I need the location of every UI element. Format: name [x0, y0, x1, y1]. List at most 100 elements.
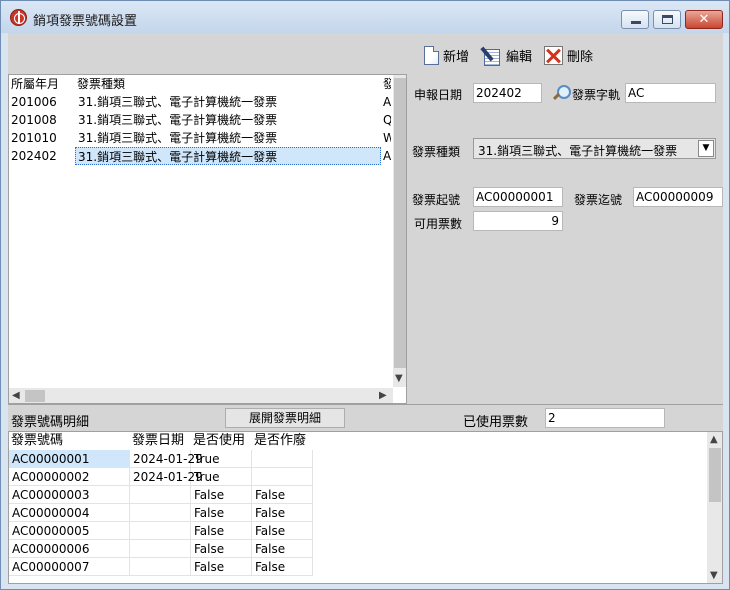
edit-button[interactable]: 編輯 [482, 44, 532, 66]
cell-track: A [383, 149, 391, 163]
table-row[interactable]: AC00000005 False False [9, 522, 313, 540]
column-header-date[interactable]: 發票日期 [130, 432, 191, 450]
cell-type: 31.銷項三聯式、電子計算機統一發票 [78, 131, 278, 145]
cell-track: W [381, 129, 391, 147]
invoice-setting-form: 申報日期 202402 發票字軌 AC 發票種類 31.銷項三聯式、電子計算機統… [407, 74, 723, 404]
cell-track: A [383, 95, 391, 109]
cell-number: AC00000003 [9, 486, 130, 504]
column-header-type[interactable]: 發票種類 [75, 75, 381, 93]
report-date-label: 申報日期 [414, 88, 463, 102]
cell-used: False [191, 558, 252, 576]
cell-used: False [191, 522, 252, 540]
grid-header: 發票號碼 發票日期 是否使用 是否作廢 [9, 432, 313, 450]
chevron-up-icon[interactable]: ▲ [710, 434, 718, 445]
report-date-input[interactable]: 202402 [473, 83, 542, 103]
search-icon[interactable] [552, 84, 571, 102]
table-row[interactable]: 201008 31.銷項三聯式、電子計算機統一發票 Q [9, 111, 391, 129]
app-window: 銷項發票號碼設置 ✕ 新增 編輯 刪除 所屬年月 發票種類 發 [0, 0, 730, 590]
detail-section-title: 發票號碼明細 [11, 415, 90, 430]
chevron-left-icon[interactable]: ◀ [12, 390, 20, 401]
toolbar: 新增 編輯 刪除 [8, 33, 723, 74]
vertical-scrollbar[interactable]: ▲ ▼ [707, 432, 722, 583]
chevron-down-icon[interactable]: ▼ [395, 373, 403, 384]
delete-icon [544, 45, 563, 65]
column-header-used[interactable]: 是否使用 [191, 432, 252, 450]
cell-period: 201006 [11, 95, 57, 109]
end-no-label: 發票迄號 [574, 193, 623, 207]
column-header-void[interactable]: 是否作廢 [252, 432, 313, 450]
cell-period: 201010 [11, 131, 57, 145]
vertical-scrollbar[interactable]: ▼ [393, 75, 406, 387]
track-input[interactable]: AC [625, 83, 716, 103]
table-row[interactable]: AC00000006 False False [9, 540, 313, 558]
track-label: 發票字軌 [572, 88, 621, 102]
invoice-setting-grid[interactable]: 所屬年月 發票種類 發 201006 31.銷項三聯式、電子計算機統一發票 A … [8, 74, 407, 404]
delete-button[interactable]: 刪除 [544, 44, 593, 66]
column-header-period[interactable]: 所屬年月 [9, 75, 75, 93]
table-row[interactable]: AC00000003 False False [9, 486, 313, 504]
close-button[interactable]: ✕ [685, 10, 723, 29]
used-count-input[interactable]: 2 [545, 408, 665, 428]
delete-button-label: 刪除 [567, 49, 594, 65]
title-bar: 銷項發票號碼設置 ✕ [1, 1, 729, 33]
cell-void: False [252, 486, 313, 504]
cell-number: AC00000007 [9, 558, 130, 576]
chevron-down-icon[interactable]: ▼ [710, 570, 718, 581]
cell-number: AC00000004 [9, 504, 130, 522]
cell-date [130, 504, 191, 522]
chevron-right-icon[interactable]: ▶ [379, 390, 387, 401]
cell-type: 31.銷項三聯式、電子計算機統一發票 [75, 147, 381, 165]
scrollbar-thumb[interactable] [25, 390, 45, 402]
table-row[interactable]: AC00000007 False False [9, 558, 313, 576]
close-icon: ✕ [698, 12, 710, 27]
table-row[interactable]: 201010 31.銷項三聯式、電子計算機統一發票 W [9, 129, 391, 147]
new-button-label: 新增 [443, 49, 470, 65]
maximize-button[interactable] [653, 10, 681, 29]
cell-date [130, 540, 191, 558]
cell-number: AC00000005 [9, 522, 130, 540]
table-row[interactable]: 201006 31.銷項三聯式、電子計算機統一發票 A [9, 93, 391, 111]
cell-void [252, 450, 313, 468]
cell-used: True [191, 468, 252, 486]
cell-used: False [191, 486, 252, 504]
table-row-selected[interactable]: AC00000001 2024-01-29 True [9, 450, 313, 468]
scrollbar-thumb[interactable] [394, 78, 406, 368]
column-header-number[interactable]: 發票號碼 [9, 432, 130, 450]
invoice-number-detail-grid[interactable]: 發票號碼 發票日期 是否使用 是否作廢 AC00000001 2024-01-2… [8, 431, 723, 584]
start-no-input[interactable]: AC00000001 [473, 187, 563, 207]
cell-used: True [191, 450, 252, 468]
available-count-input[interactable]: 9 [473, 211, 563, 231]
chevron-down-icon[interactable]: ▼ [698, 140, 714, 157]
column-header-track[interactable]: 發 [381, 75, 391, 93]
app-icon [10, 9, 27, 26]
edit-button-label: 編輯 [506, 49, 533, 65]
cell-void: False [252, 540, 313, 558]
table-row-selected[interactable]: 202402 31.銷項三聯式、電子計算機統一發票 A [9, 147, 391, 165]
invoice-type-label: 發票種類 [412, 145, 461, 159]
scrollbar-thumb[interactable] [709, 448, 721, 502]
minimize-icon [631, 21, 641, 24]
client-area: 新增 編輯 刪除 所屬年月 發票種類 發 201006 31.銷項三聯式、電子計… [8, 33, 723, 584]
horizontal-scrollbar[interactable]: ◀ ▶ [9, 388, 393, 403]
detail-toolbar: 發票號碼明細 展開發票明細 已使用票數 2 [8, 404, 723, 431]
cell-period: 201008 [11, 113, 57, 127]
invoice-type-select[interactable]: 31.銷項三聯式、電子計算機統一發票 ▼ [473, 138, 716, 159]
invoice-type-value: 31.銷項三聯式、電子計算機統一發票 [478, 144, 678, 158]
end-no-input[interactable]: AC00000009 [633, 187, 723, 207]
new-document-icon [424, 45, 439, 65]
available-count-label: 可用票數 [414, 217, 463, 231]
cell-number: AC00000002 [9, 468, 130, 486]
window-title: 銷項發票號碼設置 [33, 14, 138, 29]
cell-void: False [252, 504, 313, 522]
cell-number: AC00000006 [9, 540, 130, 558]
cell-period: 202402 [11, 149, 57, 163]
cell-void [252, 468, 313, 486]
new-button[interactable]: 新增 [424, 44, 469, 66]
maximize-icon [662, 15, 673, 24]
cell-date: 2024-01-29 [130, 468, 203, 486]
table-row[interactable]: AC00000004 False False [9, 504, 313, 522]
table-row[interactable]: AC00000002 2024-01-29 True [9, 468, 313, 486]
cell-date [130, 486, 191, 504]
minimize-button[interactable] [621, 10, 649, 29]
expand-detail-button[interactable]: 展開發票明細 [225, 408, 345, 428]
